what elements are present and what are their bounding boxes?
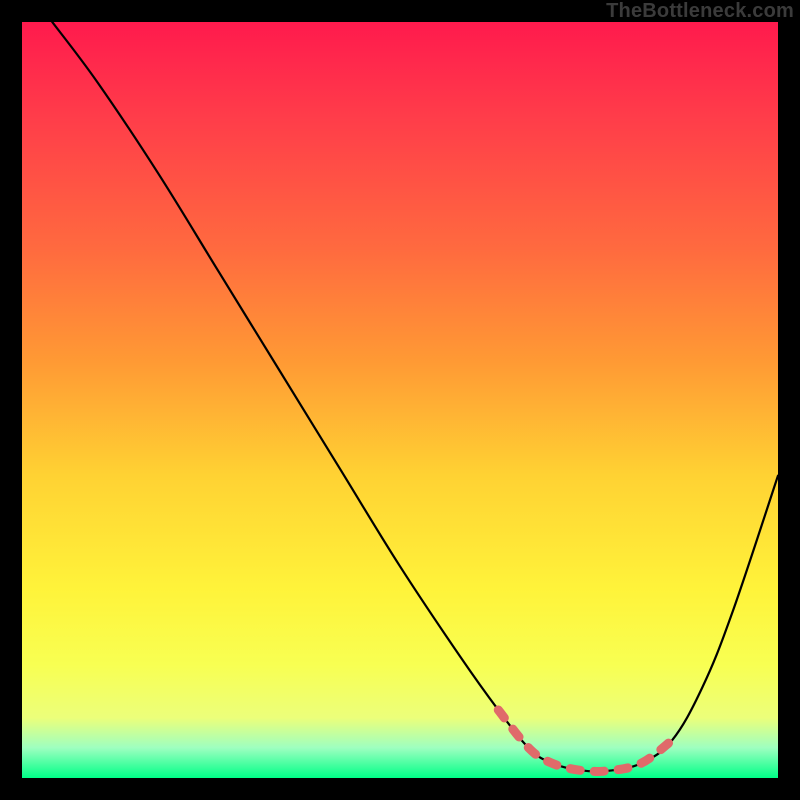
highlight-band-path — [498, 710, 672, 772]
watermark-text: TheBottleneck.com — [606, 0, 794, 23]
plot-area — [22, 22, 778, 778]
chart-frame: TheBottleneck.com — [0, 0, 800, 800]
main-curve-path — [52, 22, 778, 771]
chart-svg — [22, 22, 778, 778]
